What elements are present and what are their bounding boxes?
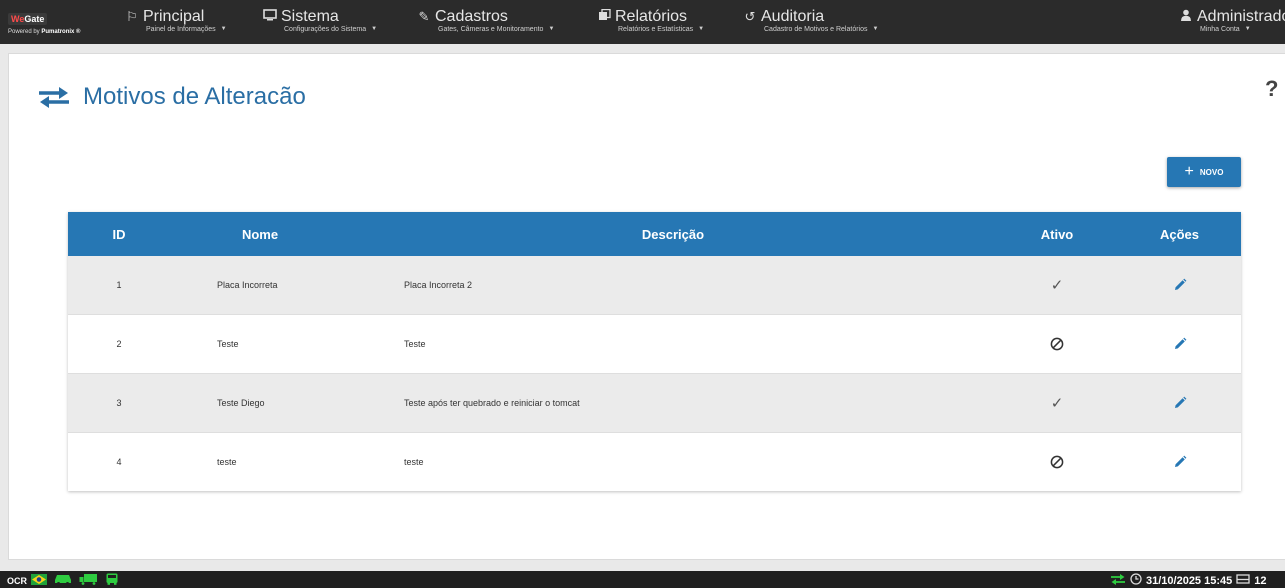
cell-acoes: [1118, 432, 1241, 491]
ocr-label: OCR: [7, 575, 27, 586]
logo-gate-text: Gate: [24, 14, 45, 24]
reports-icon: [596, 8, 612, 25]
powered-by: Powered by Pumatronix ®: [8, 29, 108, 35]
bus-icon[interactable]: [105, 573, 119, 588]
cell-id: 4: [68, 432, 170, 491]
cell-ativo: [996, 314, 1118, 374]
cell-descricao: Teste após ter quebrado e reiniciar o to…: [350, 373, 996, 433]
edit-pencil-icon[interactable]: [1173, 278, 1187, 292]
flag-icon: ⚐: [126, 9, 138, 24]
table-row: 4 teste teste: [68, 432, 1241, 491]
nav-sistema[interactable]: Sistema Configurações do Sistema ▼: [262, 9, 377, 33]
header-id[interactable]: ID: [68, 212, 170, 256]
status-right: 31/10/2025 15:45 12: [1110, 573, 1267, 588]
table-row: 2 Teste Teste: [68, 314, 1241, 374]
help-icon[interactable]: ?: [1265, 76, 1278, 102]
nav-principal-label: Principal: [143, 8, 205, 25]
car-icon[interactable]: [53, 573, 73, 588]
caret-down-icon: ▼: [1244, 26, 1251, 32]
nav-principal-sub: Painel de Informações: [146, 26, 216, 33]
monitor-icon: [262, 9, 278, 25]
check-icon: ✓: [1050, 277, 1064, 294]
caret-down-icon: ▼: [220, 26, 227, 32]
main-panel: Motivos de Alteracão ? + NOVO ID Nome De…: [8, 53, 1285, 560]
header-nome[interactable]: Nome: [170, 212, 350, 256]
cell-id: 1: [116, 280, 122, 290]
brand[interactable]: WeGate Powered by Pumatronix ®: [8, 9, 108, 35]
cell-acoes: [1118, 314, 1241, 374]
block-icon: [1050, 337, 1064, 351]
caret-down-icon: ▼: [872, 26, 879, 32]
cell-id: 2: [68, 314, 170, 374]
nav-relatorios[interactable]: Relatórios Relatórios e Estatísticas ▼: [596, 9, 704, 33]
page-title: Motivos de Alteracão: [83, 83, 306, 110]
cell-nome: Placa Incorreta: [217, 280, 278, 290]
cell-nome: Teste Diego: [170, 373, 350, 433]
brazil-flag-icon[interactable]: [31, 573, 47, 588]
nav-cadastros-label: Cadastros: [435, 8, 508, 25]
motivos-table: ID Nome Descrição Ativo Ações 1 Placa In…: [68, 212, 1241, 491]
check-icon: ✓: [1050, 395, 1064, 412]
top-navbar: WeGate Powered by Pumatronix ® ⚐ Principa…: [0, 0, 1285, 44]
table-row: 1 Placa Incorreta Placa Incorreta 2 ✓: [68, 256, 1241, 315]
nav-auditoria-label: Auditoria: [761, 8, 825, 25]
caret-down-icon: ▼: [698, 26, 705, 32]
edit-pencil-icon[interactable]: [1173, 337, 1187, 351]
nav-auditoria-sub: Cadastro de Motivos e Relatórios: [764, 26, 868, 33]
nav-sistema-sub: Configurações do Sistema: [284, 26, 367, 33]
nav-sistema-label: Sistema: [281, 8, 339, 25]
user-sub: Minha Conta: [1200, 26, 1240, 33]
user-label: Administrador: [1197, 8, 1285, 25]
status-left: OCR: [7, 573, 125, 588]
powered-brand: Pumatronix ®: [41, 29, 81, 35]
cell-descricao: teste: [350, 432, 996, 491]
history-icon: ↺: [744, 9, 756, 24]
table-header-row: ID Nome Descrição Ativo Ações: [68, 212, 1241, 256]
cell-ativo: ✓: [996, 256, 1118, 315]
wegate-logo: WeGate: [8, 13, 48, 25]
status-trailing-value: 12: [1254, 574, 1267, 587]
drive-icon: [1236, 573, 1250, 588]
cell-nome: Teste: [170, 314, 350, 374]
nav-user[interactable]: Administrador Minha Conta ▼: [1178, 9, 1285, 33]
cell-id: 3: [68, 373, 170, 433]
swap-arrows-icon: [1110, 573, 1126, 588]
cell-acoes: [1118, 256, 1241, 315]
nav-auditoria[interactable]: ↺ Auditoria Cadastro de Motivos e Relatór…: [742, 8, 879, 34]
datetime: 31/10/2025 15:45: [1146, 574, 1233, 587]
status-bar: OCR 31/10/2025 15:45 12: [0, 571, 1285, 588]
powered-prefix: Powered by: [8, 29, 42, 35]
truck-icon[interactable]: [79, 573, 99, 588]
cell-ativo: [996, 432, 1118, 491]
page-header: Motivos de Alteracão: [37, 80, 306, 114]
edit-pencil-icon[interactable]: [1173, 455, 1187, 469]
block-icon: [1050, 455, 1064, 469]
novo-button[interactable]: + NOVO: [1167, 157, 1241, 187]
nav-relatorios-sub: Relatórios e Estatísticas: [618, 26, 694, 33]
header-descricao[interactable]: Descrição: [350, 212, 996, 256]
swap-arrows-icon: [39, 87, 69, 108]
cell-ativo: ✓: [996, 373, 1118, 433]
logo-we-text: We: [11, 14, 25, 24]
nav-relatorios-label: Relatórios: [615, 8, 688, 25]
header-ativo[interactable]: Ativo: [996, 212, 1118, 256]
table-row: 3 Teste Diego Teste após ter quebrado e …: [68, 373, 1241, 433]
caret-down-icon: ▼: [371, 26, 378, 32]
plus-icon: +: [1184, 163, 1194, 180]
cell-descricao: Placa Incorreta 2: [404, 280, 473, 290]
user-icon: [1178, 9, 1194, 25]
edit-square-icon: ✎: [418, 9, 430, 24]
novo-button-label: NOVO: [1199, 167, 1224, 177]
cell-descricao: Teste: [350, 314, 996, 374]
nav-cadastros-sub: Gates, Câmeras e Monitoramento: [438, 26, 544, 33]
caret-down-icon: ▼: [548, 26, 555, 32]
clock-icon: [1130, 573, 1142, 588]
nav-principal[interactable]: ⚐ Principal Painel de Informações ▼: [124, 8, 227, 34]
cell-acoes: [1118, 373, 1241, 433]
header-acoes: Ações: [1159, 226, 1200, 242]
cell-nome: teste: [170, 432, 350, 491]
nav-cadastros[interactable]: ✎ Cadastros Gates, Câmeras e Monitorament…: [416, 8, 555, 34]
edit-pencil-icon[interactable]: [1173, 396, 1187, 410]
